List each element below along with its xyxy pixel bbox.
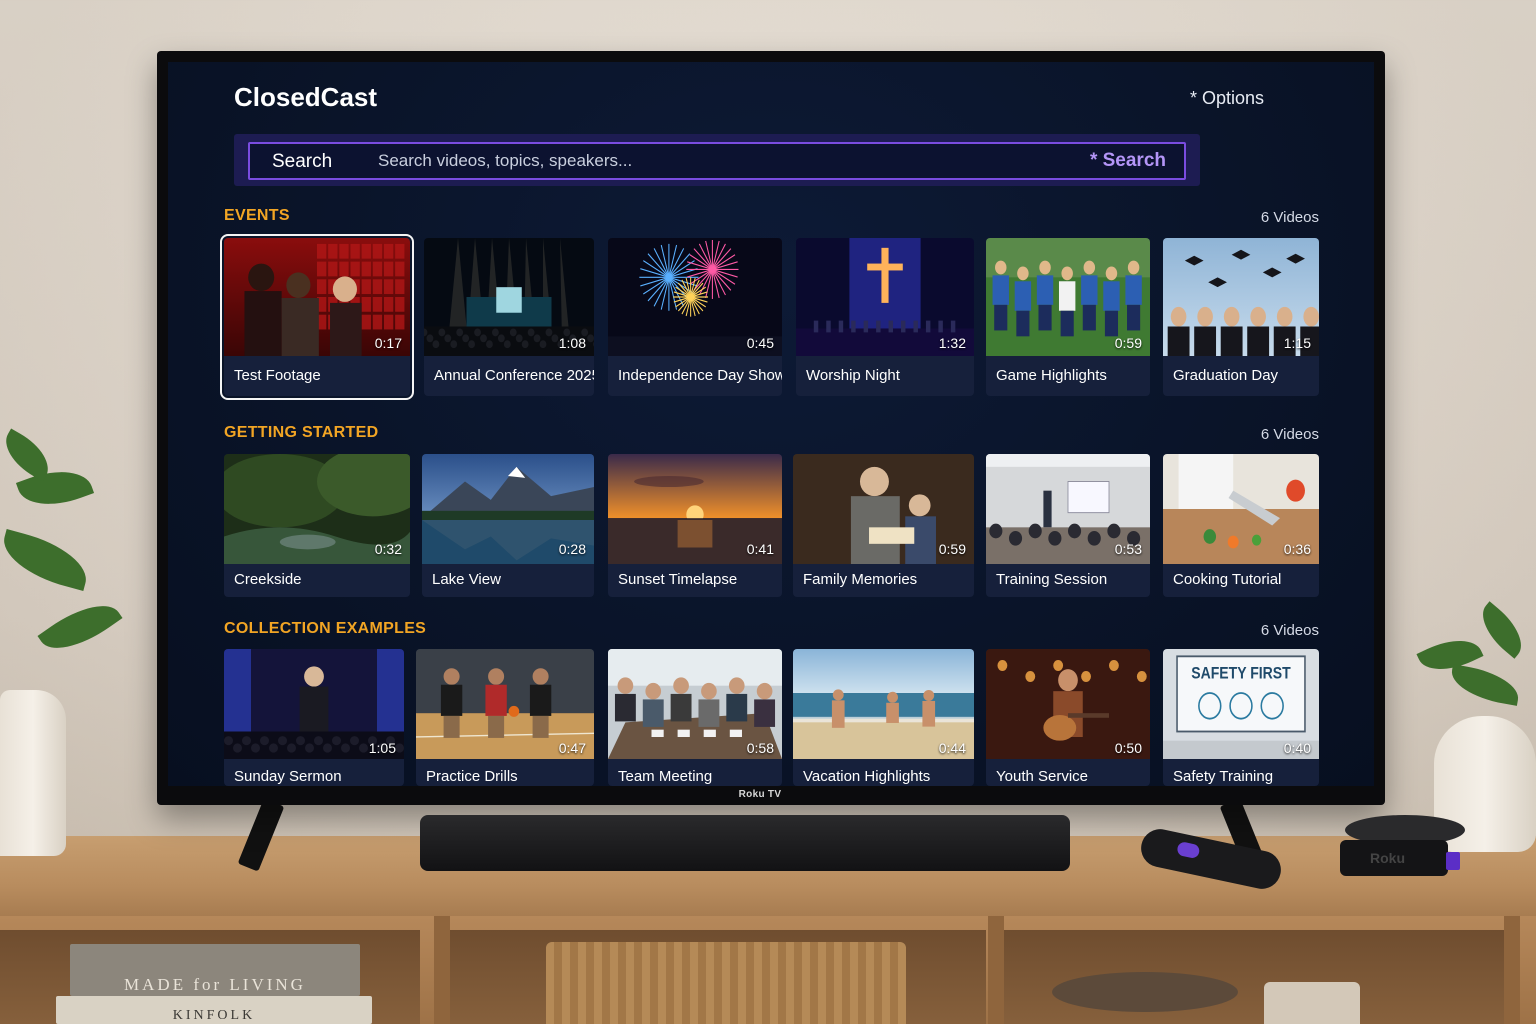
left-vase xyxy=(0,690,66,856)
video-card[interactable]: 0:59 Family Memories xyxy=(793,454,974,597)
video-duration: 0:28 xyxy=(558,541,586,557)
console-divider xyxy=(1504,916,1520,1024)
video-title: Youth Service xyxy=(996,768,1089,785)
video-card[interactable]: 0:32 Creekside xyxy=(224,454,410,597)
video-card[interactable]: 1:15 Graduation Day xyxy=(1163,238,1319,396)
video-duration: 1:15 xyxy=(1283,335,1311,351)
book-kinfolk: KINFOLK xyxy=(56,996,372,1024)
video-duration: 0:59 xyxy=(938,541,966,557)
video-duration: 0:53 xyxy=(1114,541,1142,557)
video-title: Cooking Tutorial xyxy=(1173,571,1282,588)
video-title: Training Session xyxy=(996,571,1108,588)
video-card[interactable]: 0:58 Team Meeting xyxy=(608,649,782,786)
video-duration: 0:32 xyxy=(374,541,402,557)
video-duration: 0:40 xyxy=(1283,740,1311,756)
video-duration: 0:58 xyxy=(746,740,774,756)
video-card[interactable]: 1:08 Annual Conference 2025 xyxy=(424,238,594,396)
video-card[interactable]: 0:28 Lake View xyxy=(422,454,594,597)
search-button[interactable]: * Search xyxy=(1090,150,1166,172)
svg-text:SAFETY FIRST: SAFETY FIRST xyxy=(1191,664,1291,682)
video-title: Game Highlights xyxy=(996,367,1107,384)
video-title: Sunday Sermon xyxy=(234,768,342,785)
video-title: Lake View xyxy=(432,571,501,588)
tv-brand-label: Roku TV xyxy=(738,789,782,800)
video-title: Practice Drills xyxy=(426,768,518,785)
video-duration: 1:05 xyxy=(368,740,396,756)
section-video-count: 6 Videos xyxy=(1260,426,1319,443)
search-bar: Search * Search xyxy=(234,134,1200,186)
device-label: Roku xyxy=(1370,850,1405,866)
video-title: Graduation Day xyxy=(1173,367,1279,384)
video-card[interactable]: 0:36 Cooking Tutorial xyxy=(1163,454,1319,597)
book-title: MADE for LIVING xyxy=(124,975,306,994)
video-card[interactable]: 0:17 Test Footage xyxy=(220,234,414,400)
video-duration: 0:45 xyxy=(746,335,774,351)
search-field-container[interactable]: Search * Search xyxy=(248,142,1186,180)
video-card[interactable]: 0:53 Training Session xyxy=(986,454,1150,597)
video-title: Vacation Highlights xyxy=(803,768,931,785)
video-duration: 0:59 xyxy=(1114,335,1142,351)
tv-screen: ClosedCast * Options Search * Search EVE… xyxy=(168,62,1374,786)
options-button[interactable]: * Options xyxy=(1190,88,1264,109)
video-title: Team Meeting xyxy=(618,768,713,785)
console-divider xyxy=(434,916,450,1024)
video-card[interactable]: SAFETY FIRST 0:40 Safety Training xyxy=(1163,649,1319,786)
video-title: Safety Training xyxy=(1173,768,1274,785)
video-duration: 1:32 xyxy=(938,335,966,351)
search-input[interactable] xyxy=(378,146,1078,176)
video-title: Sunset Timelapse xyxy=(618,571,738,588)
video-duration: 0:50 xyxy=(1114,740,1142,756)
video-card[interactable]: 0:41 Sunset Timelapse xyxy=(608,454,782,597)
video-title: Family Memories xyxy=(803,571,918,588)
console-divider xyxy=(988,916,1004,1024)
section-video-count: 6 Videos xyxy=(1260,209,1319,226)
video-card[interactable]: 0:45 Independence Day Show xyxy=(608,238,782,396)
video-card[interactable]: 0:47 Practice Drills xyxy=(416,649,594,786)
roku-tag xyxy=(1446,852,1460,870)
video-card[interactable]: 0:50 Youth Service xyxy=(986,649,1150,786)
app-title: ClosedCast xyxy=(234,82,378,112)
section-title: EVENTS xyxy=(224,207,290,224)
decor-bowl xyxy=(1052,972,1238,1012)
video-title: Annual Conference 2025 xyxy=(434,367,594,384)
video-card[interactable]: 1:05 Sunday Sermon xyxy=(224,649,404,786)
roku-streaming-stick: Roku xyxy=(1340,840,1448,876)
section-title: GETTING STARTED xyxy=(224,424,379,441)
search-label: Search xyxy=(272,151,333,172)
video-duration: 0:44 xyxy=(938,740,966,756)
video-card[interactable]: 1:32 Worship Night xyxy=(796,238,974,396)
video-duration: 1:08 xyxy=(558,335,586,351)
video-title: Independence Day Show xyxy=(618,367,782,384)
video-card[interactable]: 0:44 Vacation Highlights xyxy=(793,649,974,786)
remote-dpad-icon xyxy=(1176,840,1201,860)
video-duration: 0:36 xyxy=(1283,541,1311,557)
video-title: Worship Night xyxy=(806,367,900,384)
video-duration: 0:17 xyxy=(374,335,402,351)
section-video-count: 6 Videos xyxy=(1260,622,1319,639)
video-duration: 0:41 xyxy=(746,541,774,557)
book-made-for-living: MADE for LIVING xyxy=(70,944,360,996)
wicker-basket xyxy=(546,942,906,1024)
video-title: Test Footage xyxy=(234,367,321,384)
video-title: Creekside xyxy=(234,571,302,588)
section-title: COLLECTION EXAMPLES xyxy=(224,620,427,637)
video-duration: 0:47 xyxy=(558,740,586,756)
small-plant-pot xyxy=(1264,982,1360,1024)
soundbar xyxy=(420,815,1070,871)
video-card[interactable]: 0:59 Game Highlights xyxy=(986,238,1150,396)
book-title: KINFOLK xyxy=(172,1008,256,1023)
